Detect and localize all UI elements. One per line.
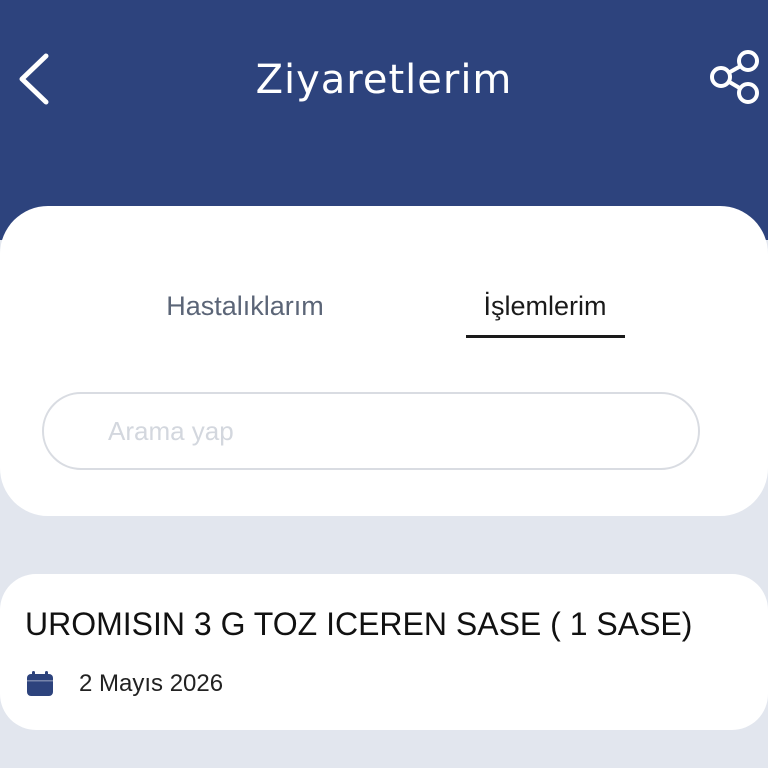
calendar-icon bbox=[27, 671, 53, 696]
visit-card[interactable]: UROMISIN 3 G TOZ ICEREN SASE ( 1 SASE) 2… bbox=[0, 574, 768, 730]
visit-title: UROMISIN 3 G TOZ ICEREN SASE ( 1 SASE) bbox=[25, 606, 693, 642]
visit-date: 2 Mayıs 2026 bbox=[79, 670, 224, 697]
app-header: Ziyaretlerim bbox=[0, 0, 768, 240]
filter-card: Hastalıklarım İşlemlerim bbox=[0, 206, 768, 516]
tab-diseases[interactable]: Hastalıklarım bbox=[140, 286, 350, 342]
tab-procedures[interactable]: İşlemlerim bbox=[466, 286, 624, 342]
page-title: Ziyaretlerim bbox=[255, 57, 513, 103]
share-button[interactable] bbox=[704, 46, 766, 108]
search-input[interactable] bbox=[42, 392, 700, 470]
active-tab-indicator bbox=[466, 335, 625, 338]
share-icon bbox=[710, 50, 759, 104]
